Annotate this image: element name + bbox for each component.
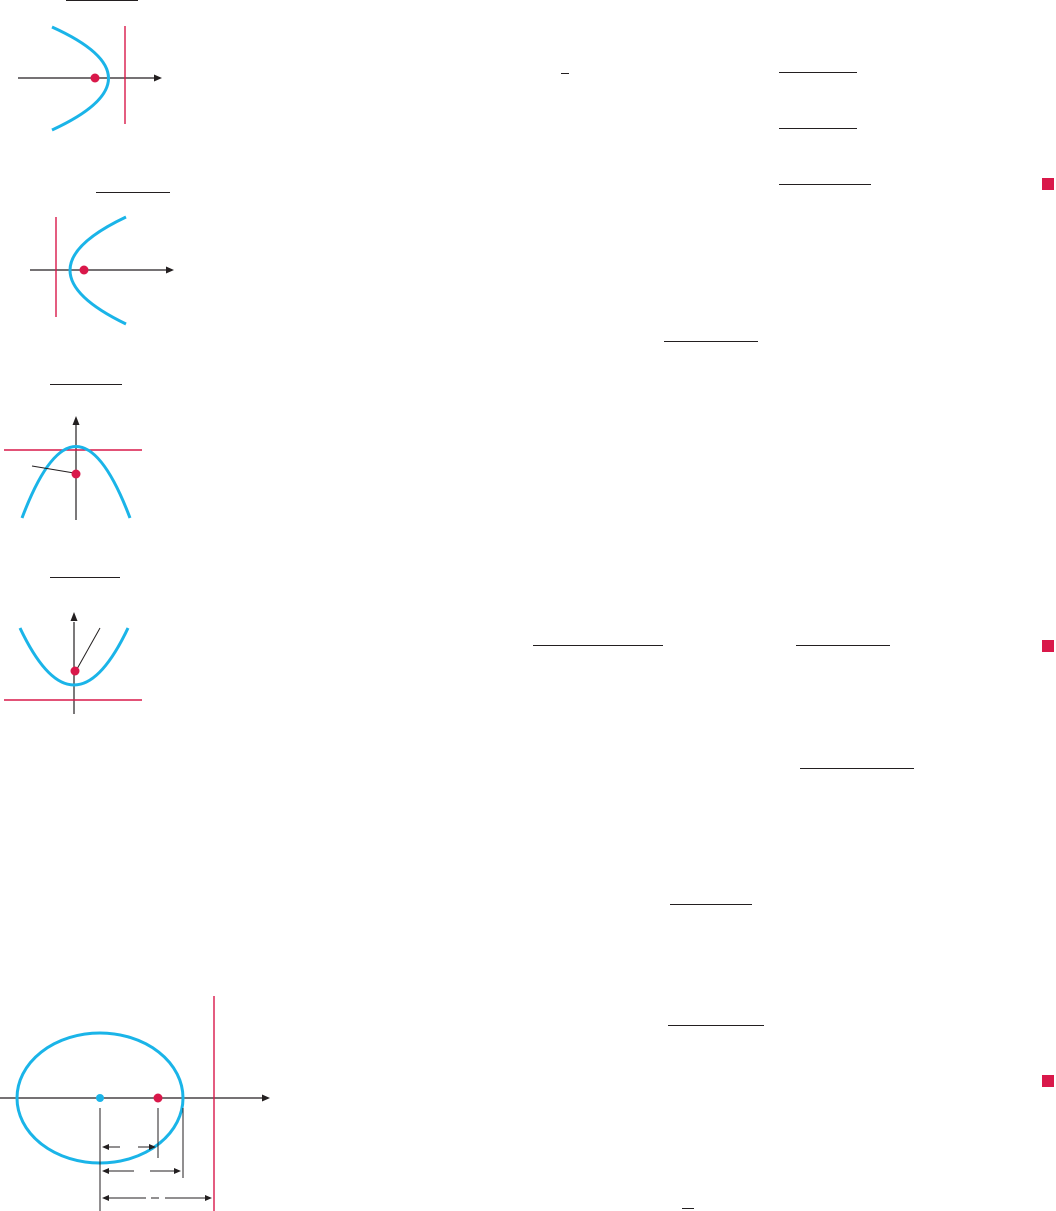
center-point	[96, 1094, 104, 1102]
figure-ellipse-directrix	[0, 990, 280, 1211]
formula-fraction-bar	[779, 184, 871, 185]
focus-point	[70, 666, 80, 676]
dimension-a-left-arrow	[102, 1168, 109, 1174]
focus-label-leader	[31, 465, 75, 474]
focus-point	[153, 1093, 163, 1103]
figure-parabola-left	[0, 0, 180, 135]
figure-parabola-up	[0, 572, 160, 717]
formula-fraction-bar	[796, 645, 890, 646]
end-of-example-square	[1042, 640, 1054, 652]
figure-parabola-right	[0, 185, 190, 330]
formula-fraction-bar	[668, 1025, 764, 1026]
figure-parabola-down	[0, 380, 160, 525]
focus-point	[79, 265, 89, 275]
x-axis-arrow	[166, 266, 174, 274]
parabola-up-svg	[4, 612, 142, 714]
dimension-ae-right-arrow	[205, 1195, 212, 1201]
parabola-right-svg	[30, 215, 174, 326]
formula-fraction-bar	[533, 645, 663, 646]
formula-fraction-bar	[800, 768, 914, 769]
y-axis-arrow	[72, 416, 80, 425]
focus-label-leader	[76, 627, 101, 670]
end-of-example-square	[1042, 1075, 1054, 1087]
focus-point	[71, 469, 81, 479]
formula-fraction-bar	[664, 341, 758, 342]
formula-fraction-bar	[779, 128, 857, 129]
formula-fraction-bar	[682, 1208, 694, 1209]
y-axis-arrow	[70, 612, 78, 621]
ellipse-svg	[0, 996, 270, 1211]
parabola-left-svg	[18, 25, 162, 132]
x-axis-arrow	[154, 74, 162, 82]
dimension-c-left-arrow	[102, 1144, 109, 1150]
formula-fraction-bar	[670, 904, 752, 905]
x-axis-arrow	[262, 1094, 270, 1102]
dimension-ae-left-arrow	[102, 1195, 109, 1201]
dimension-a-right-arrow	[174, 1168, 181, 1174]
formula-fraction-bar	[561, 73, 569, 74]
focus-point	[90, 73, 100, 83]
formula-fraction-bar	[779, 72, 857, 73]
end-of-example-square	[1042, 178, 1054, 190]
parabola-down-svg	[4, 416, 142, 520]
